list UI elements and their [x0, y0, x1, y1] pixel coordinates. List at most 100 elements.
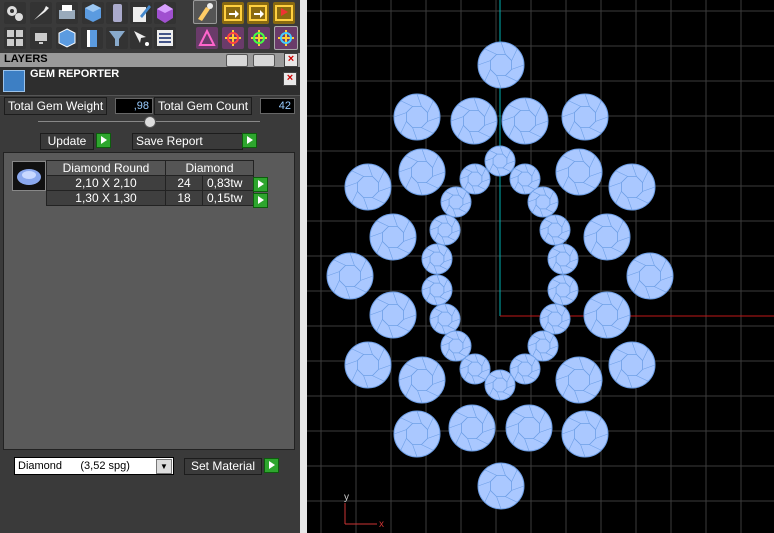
- toolbar-row-2: [0, 26, 300, 52]
- gem-stone[interactable]: [484, 145, 516, 177]
- save-report-button[interactable]: Save Report: [132, 133, 243, 150]
- layer-flag-icon[interactable]: [273, 2, 295, 24]
- gem-stone[interactable]: [555, 148, 603, 196]
- gem-stone[interactable]: [344, 163, 392, 211]
- gem-reporter-title: GEM REPORTER: [30, 68, 120, 80]
- gem-stone[interactable]: [429, 214, 461, 246]
- cube-icon[interactable]: [82, 2, 104, 24]
- gem-stone[interactable]: [369, 213, 417, 261]
- printer-icon[interactable]: [56, 2, 78, 24]
- sparkle-cursor-icon[interactable]: [130, 27, 152, 49]
- layer-arrow-icon[interactable]: [222, 2, 244, 24]
- gem-stone[interactable]: [539, 303, 571, 335]
- total-weight-value: ,98: [115, 98, 153, 114]
- gem-stone[interactable]: [448, 404, 496, 452]
- pencil-paper-icon[interactable]: [130, 2, 152, 24]
- update-go-icon[interactable]: [96, 133, 111, 148]
- gem-stone[interactable]: [547, 243, 579, 275]
- grid-icon[interactable]: [4, 27, 26, 49]
- gem-stone[interactable]: [398, 148, 446, 196]
- gem-table: Diamond Round Diamond 2,10 X 2,10 24 0,8…: [46, 160, 254, 206]
- gem-stone[interactable]: [440, 186, 472, 218]
- 3d-viewport[interactable]: y x: [307, 0, 774, 533]
- round-diamond-icon: [12, 161, 46, 191]
- gem-stone[interactable]: [608, 163, 656, 211]
- gem-stone[interactable]: [555, 356, 603, 404]
- gem-stone[interactable]: [369, 291, 417, 339]
- total-weight-label: Total Gem Weight: [4, 97, 108, 115]
- row-go-button[interactable]: [253, 193, 268, 208]
- row-weight: 0,15tw: [202, 190, 254, 206]
- gem-stone[interactable]: [421, 243, 453, 275]
- brush-tool-icon[interactable]: [193, 0, 217, 24]
- phone-icon[interactable]: [106, 2, 128, 24]
- set-material-go-icon[interactable]: [264, 458, 279, 473]
- material-value: Diamond (3,52 spg): [18, 460, 130, 472]
- gem-stone[interactable]: [429, 303, 461, 335]
- gem-stone[interactable]: [626, 252, 674, 300]
- gem-stone[interactable]: [477, 462, 525, 510]
- ellipse-toggle-icon[interactable]: [226, 54, 248, 67]
- header-material: Diamond: [165, 160, 254, 176]
- gem-stone[interactable]: [547, 274, 579, 306]
- gem-reporter-close-icon[interactable]: ×: [283, 72, 297, 86]
- gem-reporter-header: GEM REPORTER ×: [0, 67, 300, 96]
- gem-reporter-logo-icon: [3, 70, 25, 92]
- monitor-icon[interactable]: [30, 27, 52, 49]
- gem-stone[interactable]: [539, 214, 571, 246]
- gem-stone[interactable]: [393, 93, 441, 141]
- material-select[interactable]: Diamond (3,52 spg) ▼: [14, 457, 174, 475]
- total-count-value: 42: [260, 98, 295, 114]
- grid: [307, 0, 774, 533]
- panel-divider[interactable]: [300, 0, 307, 533]
- gem-stone[interactable]: [509, 353, 541, 385]
- row-count: 18: [165, 190, 203, 206]
- gem-stone[interactable]: [398, 356, 446, 404]
- slider-handle[interactable]: [144, 116, 156, 128]
- layers-close-icon[interactable]: ×: [284, 53, 298, 67]
- axis-label-y: y: [344, 492, 349, 503]
- gem-stone[interactable]: [393, 410, 441, 458]
- gem-stone[interactable]: [561, 410, 609, 458]
- header-cut: Diamond Round: [46, 160, 166, 176]
- wrench-icon[interactable]: [30, 2, 52, 24]
- gem-stone[interactable]: [484, 369, 516, 401]
- gem-stone[interactable]: [608, 341, 656, 389]
- wire-cube-icon[interactable]: [56, 27, 78, 49]
- gizmo3-icon[interactable]: [274, 26, 298, 50]
- gem-stone[interactable]: [583, 213, 631, 261]
- list-icon[interactable]: [154, 27, 176, 49]
- gem-stone[interactable]: [344, 341, 392, 389]
- row-count: 24: [165, 175, 203, 191]
- gem-stone[interactable]: [561, 93, 609, 141]
- layer-arrow2-icon[interactable]: [247, 2, 269, 24]
- row-go-button[interactable]: [253, 177, 268, 192]
- gem-stone[interactable]: [477, 41, 525, 89]
- gem-stone[interactable]: [501, 97, 549, 145]
- book-icon[interactable]: [81, 27, 103, 49]
- gem-stone[interactable]: [527, 186, 559, 218]
- left-panel: LAYERS × GEM REPORTER × Total Gem Weight…: [0, 0, 300, 533]
- eye-icon[interactable]: [253, 54, 275, 67]
- toolbar-row-1: [0, 0, 300, 26]
- mesh-tool-icon[interactable]: [196, 27, 218, 49]
- gem-stone[interactable]: [421, 274, 453, 306]
- gizmo2-icon[interactable]: [248, 27, 270, 49]
- update-button[interactable]: Update: [40, 133, 94, 150]
- gem-box-icon[interactable]: [154, 2, 176, 24]
- gem-stone[interactable]: [459, 353, 491, 385]
- gem-stone[interactable]: [450, 97, 498, 145]
- layers-title: LAYERS: [4, 53, 48, 65]
- set-material-button[interactable]: Set Material: [184, 458, 262, 475]
- row-size: 2,10 X 2,10: [46, 175, 166, 191]
- gem-stone[interactable]: [505, 404, 553, 452]
- save-report-go-icon[interactable]: [242, 133, 257, 148]
- viewport-canvas: y x: [307, 0, 774, 533]
- gem-report-area: Diamond Round Diamond 2,10 X 2,10 24 0,8…: [3, 152, 295, 450]
- gem-stone[interactable]: [326, 252, 374, 300]
- gem-stone[interactable]: [583, 291, 631, 339]
- gizmo-icon[interactable]: [222, 27, 244, 49]
- chevron-down-icon[interactable]: ▼: [156, 459, 172, 474]
- funnel-icon[interactable]: [106, 27, 128, 49]
- gears-icon[interactable]: [4, 2, 26, 24]
